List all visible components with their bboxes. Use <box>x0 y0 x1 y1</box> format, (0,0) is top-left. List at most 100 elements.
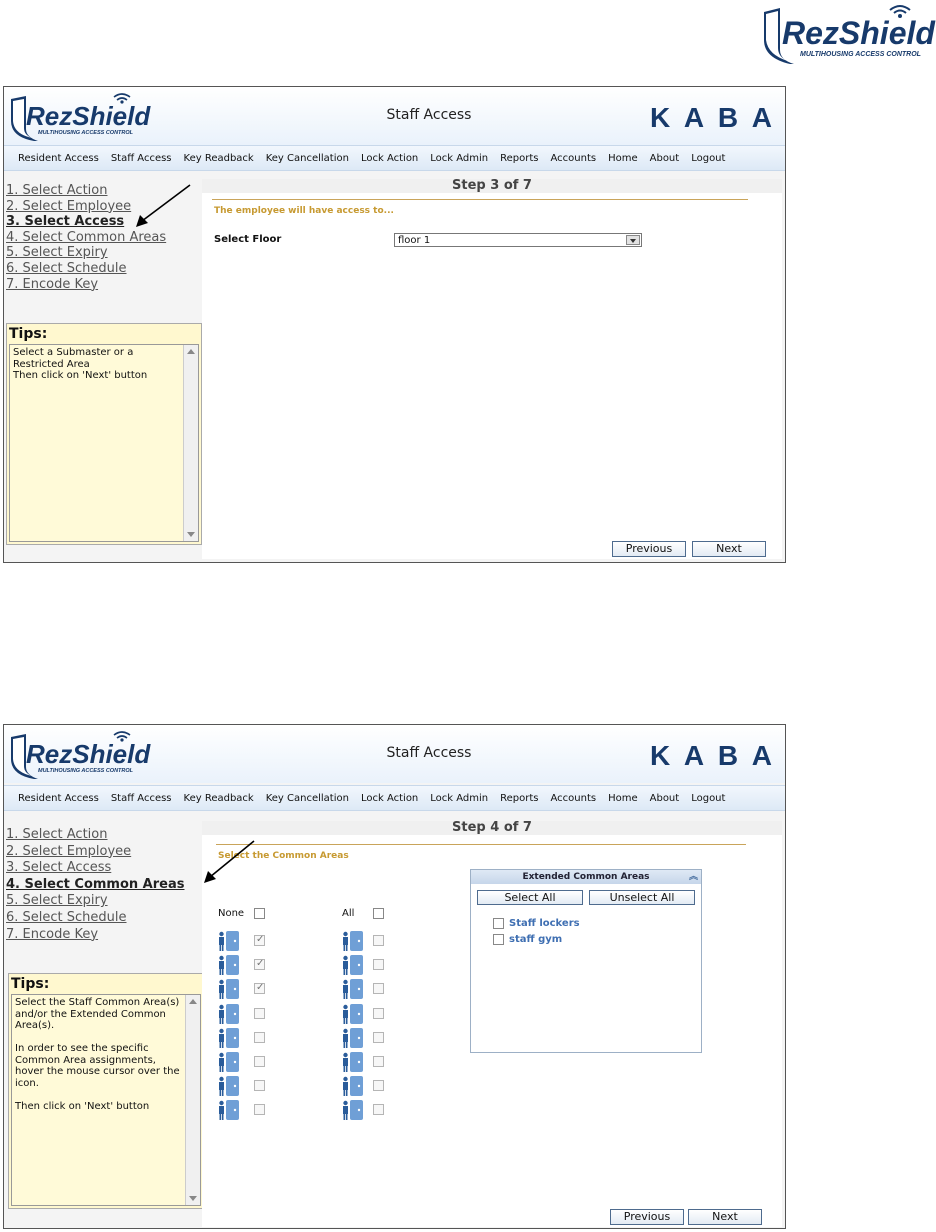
common-area-checkbox-left-2[interactable] <box>254 958 265 971</box>
ext-panel-title: Extended Common Areas ︽ <box>471 870 701 884</box>
tips-panel: Tips: Select a Submaster or a Restricted… <box>6 323 202 545</box>
staff-lockers-label[interactable]: Staff lockers <box>509 918 580 929</box>
heading-rule <box>212 199 748 200</box>
tips-textarea[interactable]: Select a Submaster or a Restricted Area … <box>9 344 199 542</box>
nav-resident-access[interactable]: Resident Access <box>12 153 105 164</box>
nav-about[interactable]: About <box>644 153 686 164</box>
step-encode-key[interactable]: 7. Encode Key <box>6 277 202 293</box>
common-area-checkbox-right-6[interactable] <box>373 1056 384 1067</box>
step-encode-key[interactable]: 7. Encode Key <box>6 927 202 944</box>
step-select-employee[interactable]: 2. Select Employee <box>6 844 202 861</box>
common-area-icon[interactable] <box>218 1100 240 1121</box>
common-area-checkbox-right-3[interactable] <box>373 983 384 995</box>
common-area-icon[interactable] <box>218 1076 240 1097</box>
step-select-action[interactable]: 1. Select Action <box>6 827 202 844</box>
common-area-checkbox-left-1[interactable] <box>254 934 265 946</box>
previous-button[interactable]: Previous <box>612 541 686 557</box>
common-area-checkbox-right-5[interactable] <box>373 1031 384 1043</box>
step-select-schedule[interactable]: 6. Select Schedule <box>6 910 202 927</box>
nav-home[interactable]: Home <box>602 153 644 164</box>
floor-select[interactable]: floor 1 <box>394 233 642 247</box>
step-select-expiry[interactable]: 5. Select Expiry <box>6 245 202 261</box>
previous-button[interactable]: Previous <box>610 1209 684 1225</box>
collapse-icon[interactable]: ︽ <box>689 870 698 884</box>
common-area-checkbox-right-7[interactable] <box>373 1080 384 1092</box>
staff-gym-checkbox[interactable] <box>493 934 504 945</box>
scroll-down-icon[interactable] <box>187 532 195 537</box>
common-area-icon[interactable] <box>218 955 240 976</box>
scroll-up-icon[interactable] <box>187 349 195 354</box>
scroll-down-icon[interactable] <box>189 1196 197 1201</box>
common-area-checkbox-right-4[interactable] <box>373 1007 384 1019</box>
nav-key-cancellation[interactable]: Key Cancellation <box>260 153 355 164</box>
nav-about[interactable]: About <box>644 793 686 804</box>
nav-key-readback[interactable]: Key Readback <box>178 793 260 804</box>
nav-lock-action[interactable]: Lock Action <box>355 153 424 164</box>
tips-scrollbar[interactable] <box>183 345 198 541</box>
common-area-icon[interactable] <box>342 1100 364 1121</box>
common-area-checkbox-left-3[interactable] <box>254 982 265 995</box>
next-button[interactable]: Next <box>688 1209 762 1225</box>
common-area-checkbox-right-8[interactable] <box>373 1104 384 1116</box>
next-button[interactable]: Next <box>692 541 766 557</box>
step-select-common-areas[interactable]: 4. Select Common Areas <box>6 230 202 246</box>
common-area-icon[interactable] <box>342 979 364 1000</box>
main-content: Step 4 of 7 Select the Common Areas None… <box>202 821 782 1227</box>
svg-text:KABA: KABA <box>650 103 772 131</box>
nav-reports[interactable]: Reports <box>494 793 544 804</box>
nav-key-readback[interactable]: Key Readback <box>178 153 260 164</box>
common-area-checkbox-left-6[interactable] <box>254 1056 265 1067</box>
scroll-up-icon[interactable] <box>189 999 197 1004</box>
tips-textarea[interactable]: Select the Staff Common Area(s) and/or t… <box>11 994 201 1206</box>
common-area-icon[interactable] <box>342 1003 364 1024</box>
rezshield-header-logo: RezShield MULTIHOUSING ACCESS CONTROL <box>11 93 151 141</box>
all-checkbox[interactable] <box>373 908 384 919</box>
tips-scrollbar[interactable] <box>185 995 200 1205</box>
common-area-icon[interactable] <box>218 1003 240 1024</box>
select-all-button[interactable]: Select All <box>477 890 583 905</box>
nav-key-cancellation[interactable]: Key Cancellation <box>260 793 355 804</box>
nav-resident-access[interactable]: Resident Access <box>12 793 105 804</box>
nav-logout[interactable]: Logout <box>685 153 731 164</box>
nav-lock-admin[interactable]: Lock Admin <box>424 153 494 164</box>
unselect-all-button[interactable]: Unselect All <box>589 890 695 905</box>
common-area-checkbox-left-8[interactable] <box>254 1104 265 1116</box>
step-select-common-areas[interactable]: 4. Select Common Areas <box>6 877 202 894</box>
common-area-icon[interactable] <box>342 1052 364 1072</box>
common-area-icon[interactable] <box>342 1027 364 1048</box>
step-header: Step 4 of 7 <box>202 821 782 835</box>
nav-reports[interactable]: Reports <box>494 153 544 164</box>
common-area-icon[interactable] <box>342 1076 364 1097</box>
common-area-checkbox-right-1[interactable] <box>373 935 384 946</box>
nav-logout[interactable]: Logout <box>685 793 731 804</box>
nav-staff-access[interactable]: Staff Access <box>105 153 178 164</box>
common-area-checkbox-right-2[interactable] <box>373 959 384 971</box>
common-area-icon[interactable] <box>342 931 364 951</box>
none-checkbox[interactable] <box>254 908 265 919</box>
common-area-icon[interactable] <box>342 955 364 976</box>
section-subheading: The employee will have access to... <box>214 206 394 216</box>
svg-text:MULTIHOUSING ACCESS CONTROL: MULTIHOUSING ACCESS CONTROL <box>38 130 134 136</box>
nav-lock-admin[interactable]: Lock Admin <box>424 793 494 804</box>
common-area-checkbox-left-4[interactable] <box>254 1007 265 1019</box>
step-select-expiry[interactable]: 5. Select Expiry <box>6 893 202 910</box>
screenshot-step-4: RezShield MULTIHOUSING ACCESS CONTROL St… <box>3 724 786 1229</box>
dropdown-arrow-icon[interactable] <box>626 235 640 245</box>
step-select-schedule[interactable]: 6. Select Schedule <box>6 261 202 277</box>
common-area-icon[interactable] <box>218 979 240 1000</box>
nav-home[interactable]: Home <box>602 793 644 804</box>
common-area-icon[interactable] <box>218 1052 240 1072</box>
common-area-icon[interactable] <box>218 931 240 951</box>
nav-lock-action[interactable]: Lock Action <box>355 793 424 804</box>
staff-gym-label[interactable]: staff gym <box>509 934 562 945</box>
nav-staff-access[interactable]: Staff Access <box>105 793 178 804</box>
tips-title: Tips: <box>11 976 50 992</box>
common-area-checkbox-left-7[interactable] <box>254 1080 265 1092</box>
nav-accounts[interactable]: Accounts <box>545 153 603 164</box>
all-label: All <box>342 908 355 919</box>
step-select-access[interactable]: 3. Select Access <box>6 860 202 877</box>
staff-lockers-checkbox[interactable] <box>493 918 504 929</box>
common-area-checkbox-left-5[interactable] <box>254 1031 265 1043</box>
nav-accounts[interactable]: Accounts <box>545 793 603 804</box>
common-area-icon[interactable] <box>218 1027 240 1048</box>
